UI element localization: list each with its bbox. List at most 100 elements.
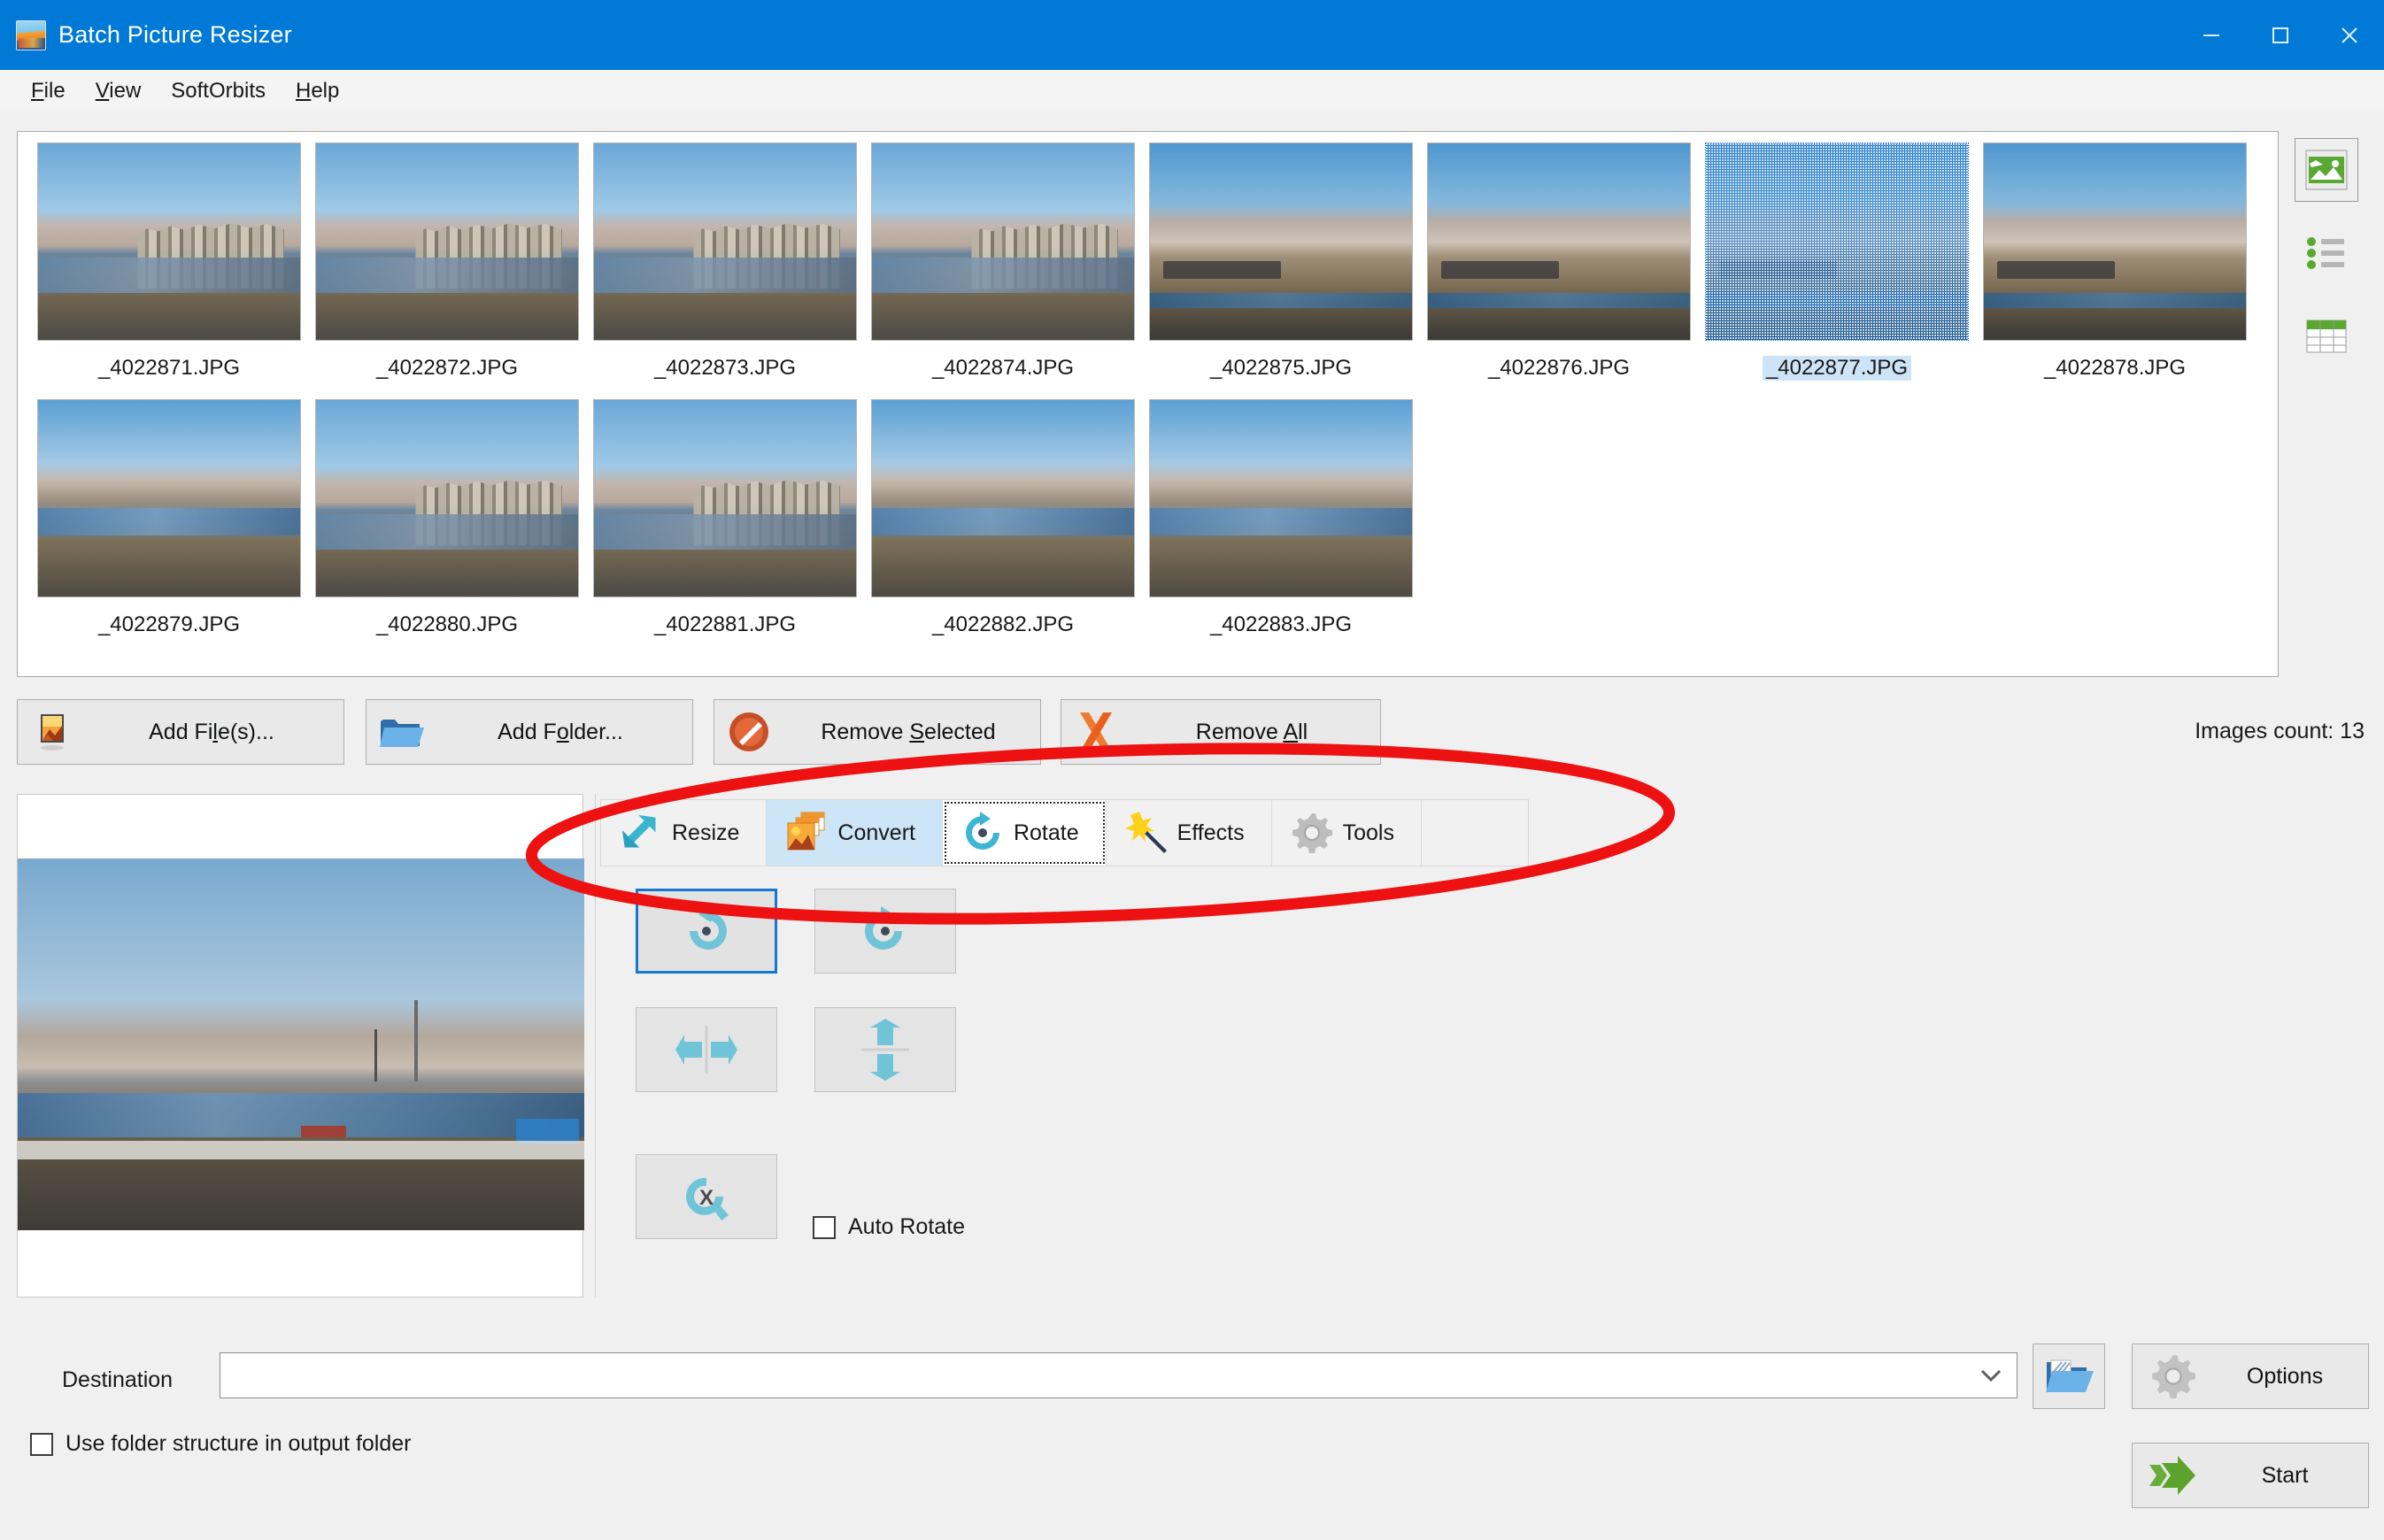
- thumbnail-image[interactable]: [1983, 142, 2247, 341]
- rotate-ccw-icon: [690, 906, 727, 950]
- thumbnail-item[interactable]: _4022874.JPG: [864, 142, 1142, 399]
- use-folder-structure-checkbox[interactable]: [30, 1432, 53, 1456]
- close-icon[interactable]: [2315, 0, 2384, 70]
- add-folder-button[interactable]: Add Folder...: [366, 699, 693, 765]
- table-icon: [2306, 320, 2347, 353]
- thumbnail-image[interactable]: [315, 399, 579, 597]
- rotate-right-button[interactable]: [814, 889, 956, 974]
- magic-wand-icon: [1121, 810, 1172, 856]
- thumbnail-filename: _4022882.JPG: [931, 612, 1075, 636]
- use-folder-structure-option[interactable]: Use folder structure in output folder: [30, 1431, 411, 1457]
- auto-rotate-option[interactable]: Auto Rotate: [813, 1214, 965, 1240]
- thumbnail-photo: [872, 400, 1134, 597]
- menu-item-softorbits[interactable]: SoftOrbits: [156, 70, 281, 112]
- add-files-button[interactable]: Add File(s)...: [17, 699, 344, 765]
- thumbnail-photo: [1150, 400, 1412, 597]
- thumbnail-image[interactable]: [593, 399, 857, 597]
- tab-convert[interactable]: Convert: [767, 800, 943, 866]
- picture-file-icon: [18, 712, 87, 752]
- use-folder-structure-label: Use folder structure in output folder: [66, 1431, 412, 1456]
- thumbnail-item[interactable]: _4022872.JPG: [308, 142, 586, 399]
- thumbnail-image[interactable]: [1149, 142, 1413, 341]
- thumbnail-item[interactable]: _4022873.JPG: [586, 142, 864, 399]
- thumbnail-image[interactable]: [37, 142, 301, 341]
- menu-item-view[interactable]: View: [81, 70, 157, 112]
- thumbnail-image[interactable]: [1705, 142, 1969, 341]
- thumbnail-filename: _4022876.JPG: [1487, 356, 1631, 380]
- thumbnail-image[interactable]: [871, 142, 1135, 341]
- destination-combobox[interactable]: [220, 1352, 2018, 1398]
- thumbnail-photo: [594, 143, 856, 340]
- thumbnail-image[interactable]: [1149, 399, 1413, 597]
- thumbnail-item[interactable]: _4022871.JPG: [30, 142, 308, 399]
- remove-selected-label: Remove Selected: [821, 719, 996, 744]
- list-view-button[interactable]: [2295, 221, 2358, 285]
- thumbnail-filename: _4022879.JPG: [97, 612, 241, 636]
- thumbnail-photo: [38, 143, 300, 340]
- gear-icon: [2133, 1352, 2214, 1400]
- thumbnail-image[interactable]: [871, 399, 1135, 597]
- maximize-icon[interactable]: [2246, 0, 2315, 70]
- thumbnail-filename: _4022877.JPG: [1762, 356, 1912, 381]
- chevron-down-icon[interactable]: [1965, 1367, 2017, 1383]
- preview-detail-mast: [374, 1029, 378, 1082]
- flip-h-icon: [675, 1026, 737, 1074]
- thumbnail-item[interactable]: _4022882.JPG: [864, 399, 1142, 656]
- thumbnail-image[interactable]: [593, 142, 857, 341]
- thumbnail-item[interactable]: _4022881.JPG: [586, 399, 864, 656]
- menu-item-file[interactable]: File: [16, 70, 81, 112]
- thumbnail-photo: [1984, 143, 2246, 340]
- thumbnail-filename: _4022880.JPG: [375, 612, 519, 636]
- remove-all-button[interactable]: Remove All: [1061, 699, 1381, 765]
- tab-rotate[interactable]: Rotate: [942, 800, 1107, 866]
- menu-item-help[interactable]: Help: [281, 70, 354, 112]
- thumbnail-item[interactable]: _4022880.JPG: [308, 399, 586, 656]
- thumbnail-item[interactable]: _4022877.JPG: [1698, 142, 1976, 399]
- start-button[interactable]: Start: [2132, 1443, 2369, 1508]
- flip-vertical-button[interactable]: [814, 1007, 956, 1092]
- minimize-icon[interactable]: [2177, 0, 2246, 70]
- thumbnail-item[interactable]: _4022879.JPG: [30, 399, 308, 656]
- preview-image: [18, 859, 584, 1230]
- tab-tools[interactable]: Tools: [1271, 800, 1422, 866]
- thumbnail-image[interactable]: [315, 142, 579, 341]
- thumbnails-view-button[interactable]: [2295, 138, 2358, 202]
- tab-effects-label: Effects: [1177, 820, 1245, 845]
- thumbnail-list-panel[interactable]: _4022871.JPG _4022872.JPG _4022873.JPG _402…: [17, 131, 2279, 677]
- browse-destination-button[interactable]: [2033, 1344, 2105, 1409]
- thumbnail-photo: [38, 400, 300, 597]
- remove-selected-button[interactable]: Remove Selected: [714, 699, 1041, 765]
- details-view-button[interactable]: [2295, 304, 2358, 368]
- open-folder-icon: [2046, 1359, 2094, 1392]
- thumbnail-filename: _4022874.JPG: [931, 356, 1075, 380]
- no-rotate-button[interactable]: X: [636, 1154, 777, 1239]
- thumbnail-item[interactable]: _4022883.JPG: [1142, 399, 1420, 656]
- file-actions-bar: Add File(s)... Add Folder... Remove Sele…: [0, 699, 2384, 779]
- svg-text:X: X: [699, 1186, 714, 1210]
- tab-resize[interactable]: Resize: [601, 800, 768, 866]
- thumbnail-item[interactable]: _4022878.JPG: [1976, 142, 2254, 399]
- menu-label-help-rest: elp: [311, 79, 340, 103]
- rotate-left-button[interactable]: [636, 889, 777, 974]
- thumbnail-photo: [1428, 143, 1690, 340]
- images-count-label: Images count: 13: [2195, 719, 2365, 743]
- flip-horizontal-button[interactable]: [636, 1007, 777, 1092]
- operation-tabs: Resize Convert Rotate Effects Tools: [600, 799, 1529, 866]
- panel-divider[interactable]: [595, 794, 596, 1297]
- title-bar: Batch Picture Resizer: [0, 0, 2384, 70]
- options-button[interactable]: Options: [2132, 1344, 2369, 1409]
- thumbnail-item[interactable]: _4022875.JPG: [1142, 142, 1420, 399]
- no-entry-icon: [714, 709, 783, 755]
- window-title: Batch Picture Resizer: [58, 21, 292, 48]
- thumbnail-photo: [1150, 143, 1412, 340]
- menu-bar: File View SoftOrbits Help: [0, 70, 2384, 112]
- thumbnail-image[interactable]: [1427, 142, 1691, 341]
- menu-label-softorbits: SoftOrbits: [171, 79, 266, 103]
- tab-effects[interactable]: Effects: [1106, 800, 1272, 866]
- auto-rotate-checkbox[interactable]: [813, 1215, 836, 1239]
- thumbnail-item[interactable]: _4022876.JPG: [1420, 142, 1698, 399]
- view-mode-group: [2295, 138, 2365, 388]
- convert-images-icon: [781, 811, 832, 855]
- thumbnail-image[interactable]: [37, 399, 301, 597]
- menu-label-file-rest: ile: [43, 79, 66, 103]
